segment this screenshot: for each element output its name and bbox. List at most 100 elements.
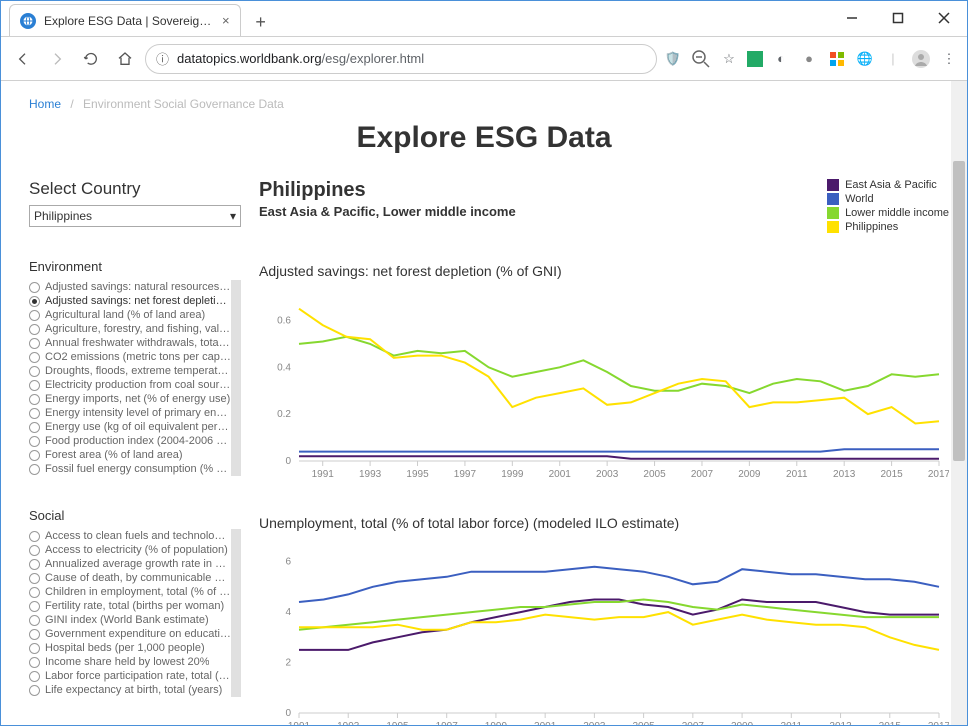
window-close-button[interactable] [921,0,967,36]
shield-icon[interactable]: 🛡️ [663,49,683,69]
filter-list[interactable]: Access to clean fuels and technologies …… [29,529,241,697]
filter-item[interactable]: CO2 emissions (metric tons per capita) [29,350,231,364]
radio-icon [29,601,40,612]
scrollbar-thumb[interactable] [953,161,965,461]
filter-item[interactable]: Hospital beds (per 1,000 people) [29,641,231,655]
svg-text:2005: 2005 [632,721,655,725]
filter-item[interactable]: Access to clean fuels and technologies … [29,529,231,543]
filter-item[interactable]: Income share held by lowest 20% [29,655,231,669]
ext2-icon[interactable]: ◐ [771,49,791,69]
country-heading: Philippines [259,179,516,202]
filter-item-label: Agriculture, forestry, and fishing, valu… [45,323,231,335]
filter-item[interactable]: Children in employment, total (% of ch… [29,585,231,599]
legend-label: Philippines [845,221,898,233]
nav-back-button[interactable] [9,45,37,73]
filter-item[interactable]: GINI index (World Bank estimate) [29,613,231,627]
filter-item-label: Energy intensity level of primary ener… [45,407,231,419]
radio-icon [29,296,40,307]
svg-text:1995: 1995 [406,469,429,480]
filter-item-label: Adjusted savings: net forest depletion… [45,295,231,307]
divider: | [883,49,903,69]
filter-item[interactable]: Fossil fuel energy consumption (% of t… [29,462,231,476]
favicon-icon [20,13,36,29]
radio-icon [29,282,40,293]
chart-title: Adjusted savings: net forest depletion (… [259,263,949,279]
legend-item: Lower middle income [827,207,949,219]
address-bar[interactable]: ⓘ datatopics.worldbank.org/esg/explorer.… [145,44,657,74]
close-tab-icon[interactable]: × [222,13,230,28]
filter-item-label: Life expectancy at birth, total (years) [45,684,222,696]
svg-text:2011: 2011 [781,721,803,725]
radio-icon [29,380,40,391]
radio-icon [29,464,40,475]
filter-item[interactable]: Electricity production from coal sourc… [29,378,231,392]
browser-tab[interactable]: Explore ESG Data | Sovereign En × [9,4,241,36]
filter-item[interactable]: Annual freshwater withdrawals, total … [29,336,231,350]
window-minimize-button[interactable] [829,0,875,36]
page-scrollbar[interactable] [951,81,967,725]
url-text: datatopics.worldbank.org/esg/explorer.ht… [177,51,646,66]
filter-item[interactable]: Adjusted savings: net forest depletion… [29,294,231,308]
filter-item-label: Fossil fuel energy consumption (% of t… [45,463,231,475]
filter-item[interactable]: Energy intensity level of primary ener… [29,406,231,420]
svg-text:0.4: 0.4 [277,362,291,373]
radio-icon [29,352,40,363]
radio-icon [29,338,40,349]
filter-item[interactable]: Annualized average growth rate in per… [29,557,231,571]
filter-item[interactable]: Access to electricity (% of population) [29,543,231,557]
radio-icon [29,422,40,433]
star-icon[interactable]: ☆ [719,49,739,69]
filter-item-label: Labor force participation rate, total (… [45,670,230,682]
windows-icon[interactable] [827,49,847,69]
filter-item-label: Cause of death, by communicable dise… [45,572,231,584]
radio-icon [29,657,40,668]
filter-item[interactable]: Energy imports, net (% of energy use) [29,392,231,406]
svg-text:2: 2 [285,658,291,669]
filter-item[interactable]: Labor force participation rate, total (… [29,669,231,683]
ext3-icon[interactable]: ● [799,49,819,69]
kebab-menu-icon[interactable]: ⋮ [939,49,959,69]
page-scroll[interactable]: Home / Environment Social Governance Dat… [1,81,967,725]
breadcrumb-home-link[interactable]: Home [29,97,61,111]
filter-item[interactable]: Adjusted savings: natural resources d… [29,280,231,294]
filter-item-label: Fertility rate, total (births per woman) [45,600,224,612]
legend-swatch [827,221,839,233]
globe-icon[interactable]: 🌐 [855,49,875,69]
legend-label: Lower middle income [845,207,949,219]
filter-list[interactable]: Adjusted savings: natural resources d…Ad… [29,280,241,476]
ext1-icon[interactable] [747,51,763,67]
filter-item[interactable]: Government expenditure on education… [29,627,231,641]
filter-item[interactable]: Cause of death, by communicable dise… [29,571,231,585]
window-controls [829,0,967,36]
svg-text:2017: 2017 [928,721,949,725]
filter-item-label: Food production index (2004-2006 = 1… [45,435,231,447]
filter-item[interactable]: Fertility rate, total (births per woman) [29,599,231,613]
filter-item-label: Access to electricity (% of population) [45,544,228,556]
filter-item[interactable]: Forest area (% of land area) [29,448,231,462]
filter-item[interactable]: Life expectancy at birth, total (years) [29,683,231,697]
nav-home-button[interactable] [111,45,139,73]
filter-item[interactable]: Droughts, floods, extreme temperatur… [29,364,231,378]
filter-item[interactable]: Agricultural land (% of land area) [29,308,231,322]
svg-text:1993: 1993 [359,469,382,480]
svg-text:2001: 2001 [549,469,572,480]
filter-item[interactable]: Food production index (2004-2006 = 1… [29,434,231,448]
window-maximize-button[interactable] [875,0,921,36]
nav-reload-button[interactable] [77,45,105,73]
country-select[interactable]: Philippines ▾ [29,205,241,227]
nav-forward-button[interactable] [43,45,71,73]
filter-item[interactable]: Agriculture, forestry, and fishing, valu… [29,322,231,336]
chevron-down-icon: ▾ [230,209,236,223]
filter-item-label: Electricity production from coal sourc… [45,379,231,391]
svg-text:0: 0 [285,456,291,467]
svg-text:0: 0 [285,708,291,719]
svg-text:2005: 2005 [643,469,666,480]
profile-icon[interactable] [911,49,931,69]
radio-icon [29,559,40,570]
new-tab-button[interactable]: + [247,8,275,36]
filter-item-label: Access to clean fuels and technologies … [45,530,231,542]
svg-text:2007: 2007 [682,721,705,725]
legend-label: East Asia & Pacific [845,179,937,191]
zoom-icon[interactable] [691,49,711,69]
filter-item[interactable]: Energy use (kg of oil equivalent per ca… [29,420,231,434]
